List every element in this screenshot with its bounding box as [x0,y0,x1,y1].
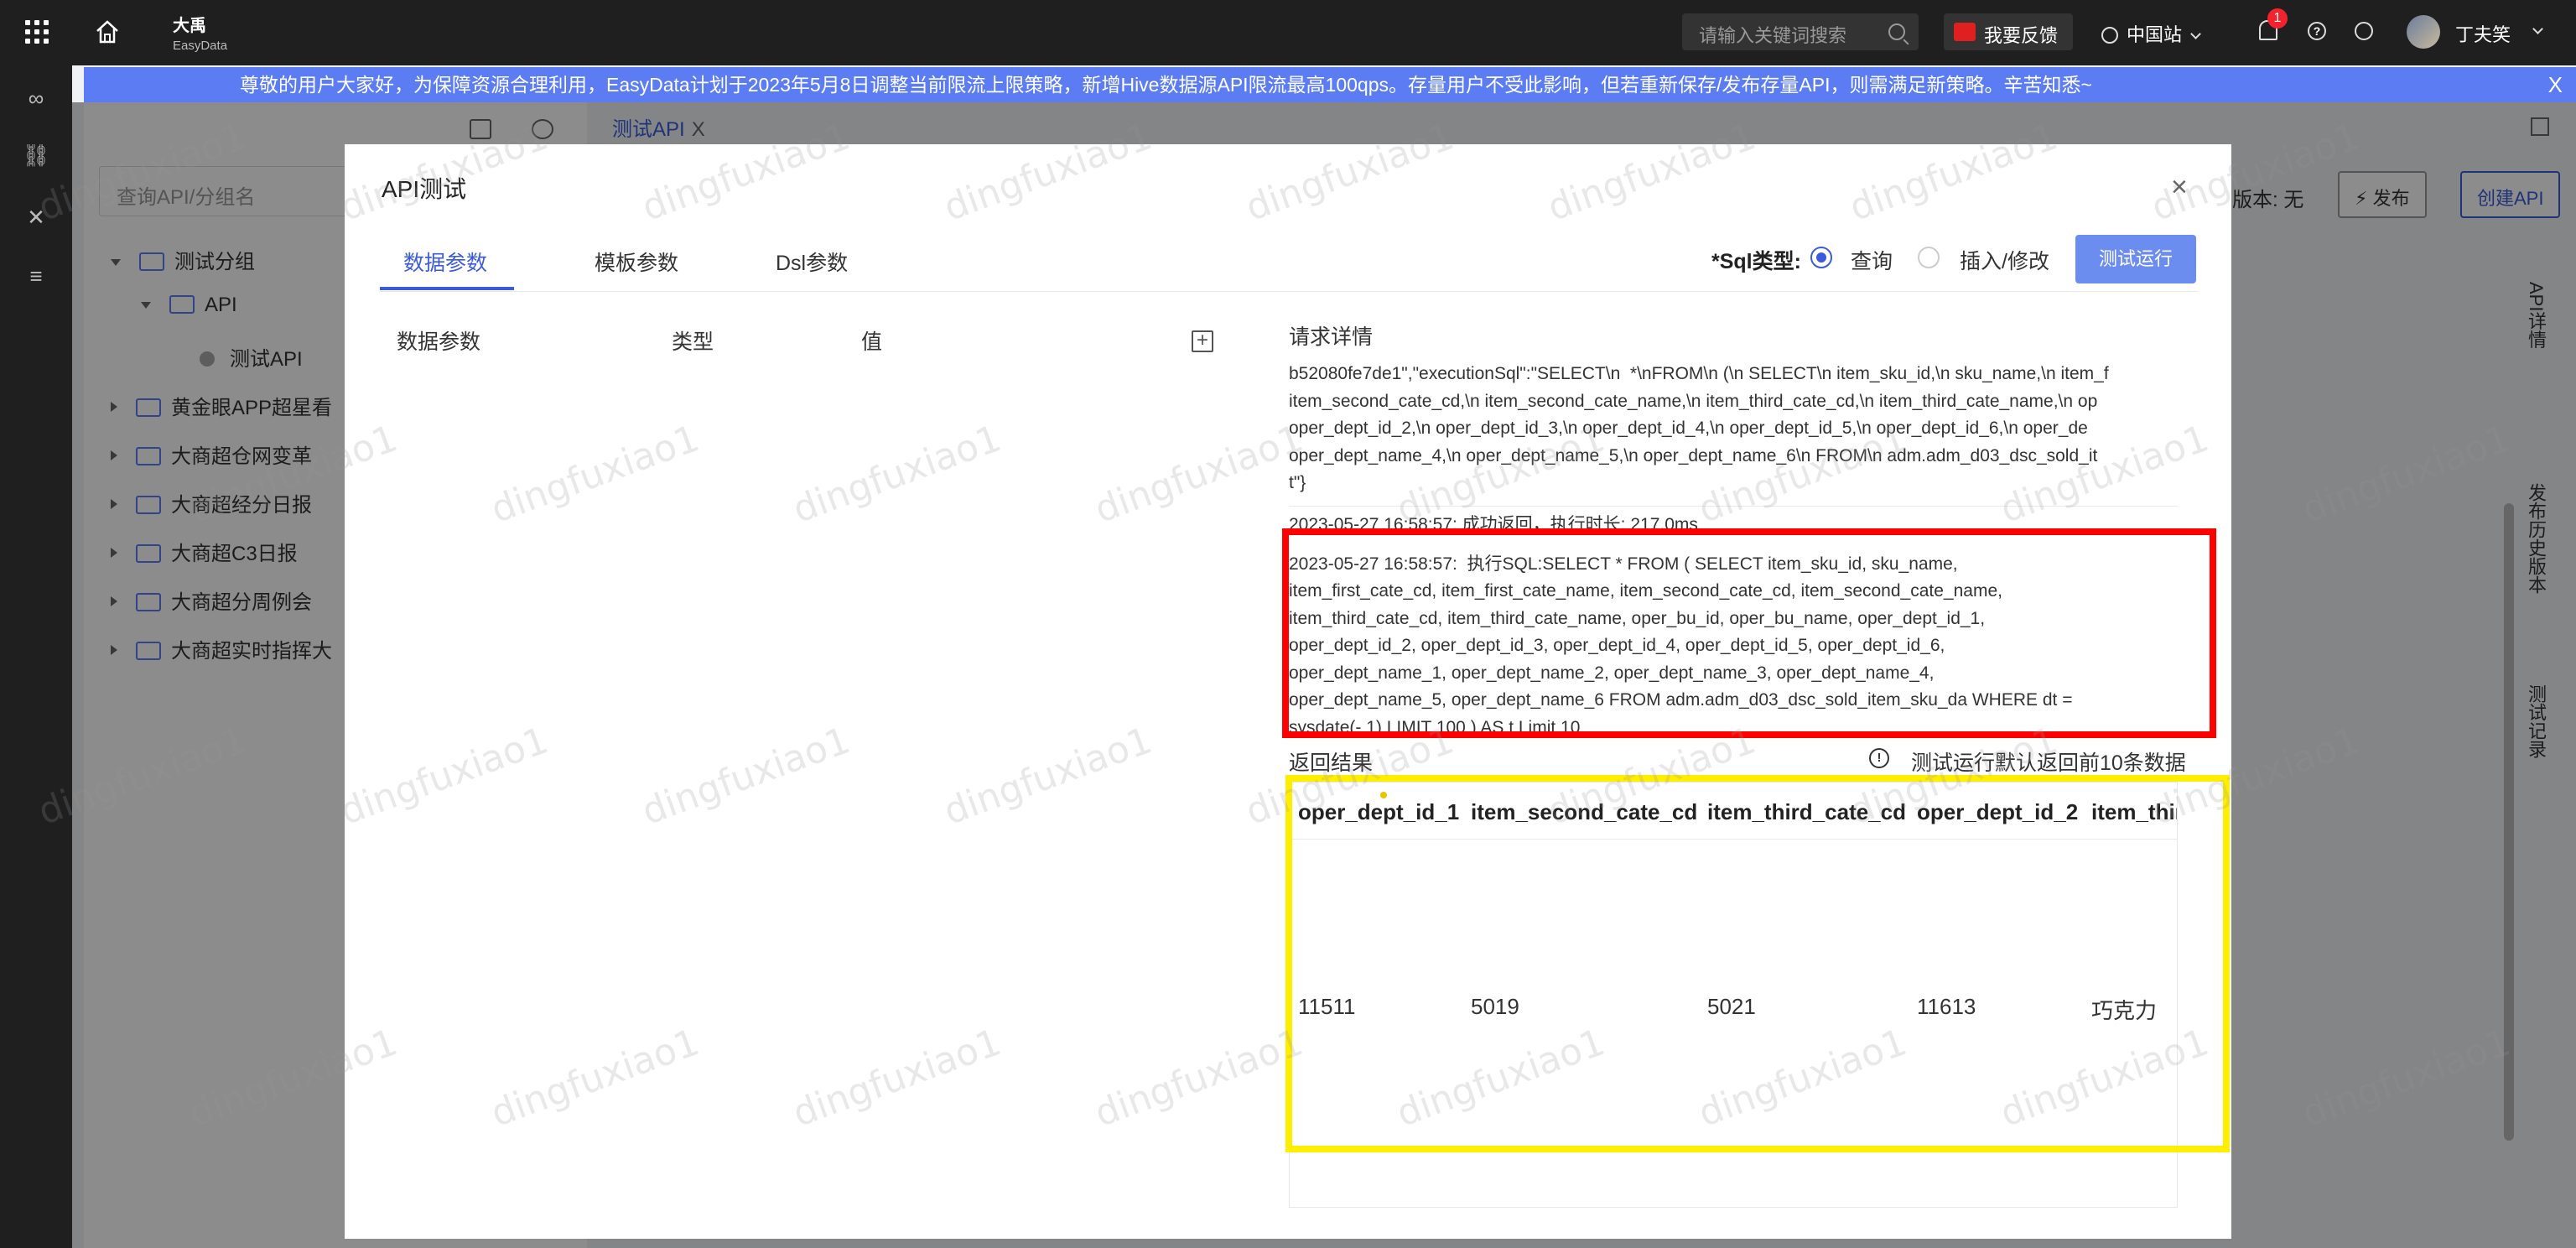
tab-dsl-params[interactable]: Dsl参数 [776,247,848,277]
highlight-red-box [1282,528,2216,738]
result-title: 返回结果 [1289,751,1374,775]
active-tab-indicator [380,287,514,290]
link-icon[interactable]: ∞ [22,84,50,112]
sql-type-label: *Sql类型: [1711,250,1801,273]
chain-icon[interactable]: ⛓ [22,141,50,169]
globe-icon [2101,27,2118,44]
chevron-down-icon[interactable] [2532,23,2543,34]
request-details-title: 请求详情 [1289,325,1374,349]
global-search-input[interactable]: 请输入关键词搜索 [1682,13,1919,50]
radio-insert[interactable] [1918,247,1940,268]
cursor-marker [1380,792,1387,798]
top-bar: 大禹 EasyData 请输入关键词搜索 我要反馈 中国站 1 ? 丁夫笑 [0,0,2576,65]
test-run-button[interactable]: 测试运行 [2075,235,2196,283]
home-icon[interactable] [94,18,121,45]
tab-data-params[interactable]: 数据参数 [403,247,487,277]
highlight-yellow-box [1285,775,2230,1152]
close-icon[interactable]: × [2171,173,2188,201]
radio-query-label[interactable]: 查询 [1851,245,1893,275]
brand-logo[interactable]: 大禹 EasyData [173,12,227,53]
add-param-icon[interactable]: + [1192,330,1213,352]
modal-title: API测试 [382,176,467,202]
banner-text: 尊敬的用户大家好，为保障资源合理利用，EasyData计划于2023年5月8日调… [240,74,2092,96]
notification-badge: 1 [2267,8,2288,29]
radio-insert-label[interactable]: 插入/修改 [1960,245,2049,275]
param-header-name: 数据参数 [397,330,481,354]
brand-subtitle: EasyData [173,39,228,53]
search-icon[interactable] [1888,23,1905,40]
site-selector[interactable]: 中国站 [2101,20,2201,47]
chevron-down-icon [2190,29,2201,39]
banner-close-button[interactable]: X [2548,67,2563,102]
help-icon[interactable]: ? [2308,22,2326,40]
info-icon: ! [1869,748,1889,768]
param-header-type: 类型 [672,330,714,354]
feedback-label: 我要反馈 [1984,25,2059,46]
database-icon[interactable]: ≡ [22,262,50,290]
api-test-modal: API测试 × 数据参数 模板参数 Dsl参数 *Sql类型: 查询 插入/修改… [345,144,2231,1239]
brand-name: 大禹 [173,17,206,35]
log-response-body: b52080fe7de1","executionSql":"SELECT\n *… [1289,361,2178,507]
param-header-value: 值 [861,330,883,354]
radio-query[interactable] [1810,247,1832,268]
feedback-icon [1954,23,1976,41]
result-note: 测试运行默认返回前10条数据 [1911,751,2186,775]
username[interactable]: 丁夫笑 [2455,20,2511,47]
feedback-button[interactable]: 我要反馈 [1944,13,2073,50]
announcement-banner: 尊敬的用户大家好，为保障资源合理利用，EasyData计划于2023年5月8日调… [84,67,2576,102]
tab-template-params[interactable]: 模板参数 [595,247,678,277]
search-placeholder: 请输入关键词搜索 [1699,25,1847,46]
apps-grid-icon[interactable] [25,20,49,44]
site-label: 中国站 [2127,24,2183,45]
left-rail: ∞ ⛓ ✕ ≡ [0,65,72,1248]
tools-icon[interactable]: ✕ [22,203,50,231]
avatar[interactable] [2407,15,2440,49]
message-icon[interactable] [2355,22,2373,40]
